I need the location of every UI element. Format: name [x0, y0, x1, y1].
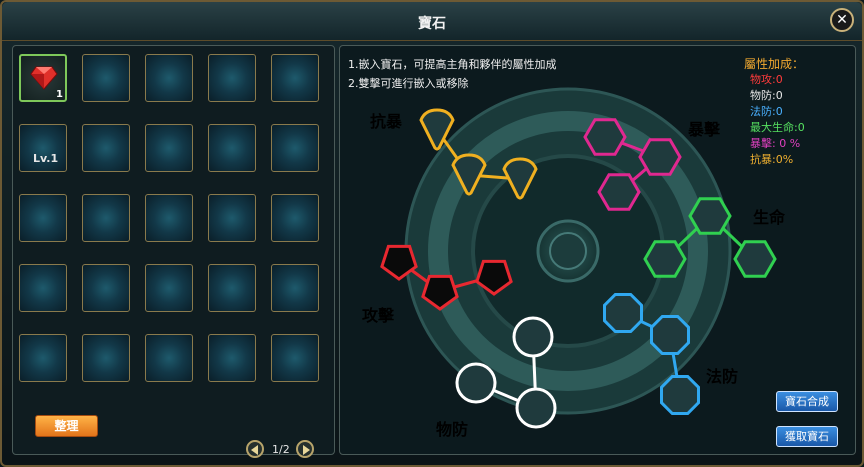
inventory-slot[interactable]	[271, 54, 319, 102]
label-resist-crit: 抗暴	[370, 112, 403, 131]
page-indicator: 1/2	[272, 443, 290, 456]
inventory-slot[interactable]	[208, 124, 256, 172]
ruby-gem-icon	[30, 66, 58, 90]
gem-window: 寶石 ✕ 1 Lv.1 1/2 整理 1.嵌入寶石，可提高主角和夥伴的屬性加成 …	[0, 0, 864, 467]
inventory-slot[interactable]	[208, 194, 256, 242]
stat-line: 最大生命:0	[750, 121, 805, 134]
prev-page-button[interactable]	[246, 440, 264, 458]
inventory-slot[interactable]	[145, 54, 193, 102]
stat-line: 暴擊: 0 %	[750, 137, 801, 150]
label-life: 生命	[753, 208, 786, 227]
synthesize-gem-button[interactable]: 寶石合成	[776, 391, 838, 412]
stat-line: 法防:0	[750, 105, 783, 118]
inventory-slot[interactable]	[19, 264, 67, 312]
stat-line: 物防:0	[750, 89, 783, 102]
crit-socket[interactable]	[597, 173, 641, 211]
inventory-slot[interactable]	[208, 334, 256, 382]
inventory-slot[interactable]	[271, 124, 319, 172]
label-magic-def: 法防	[706, 367, 739, 386]
inventory-slot[interactable]	[82, 264, 130, 312]
title-bar: 寶石 ✕	[2, 2, 862, 41]
window-title: 寶石	[418, 16, 446, 32]
phys-def-socket[interactable]	[455, 362, 497, 404]
next-page-button[interactable]	[296, 440, 314, 458]
label-attack: 攻擊	[362, 306, 395, 325]
life-socket[interactable]	[733, 240, 777, 278]
inventory-slot[interactable]	[145, 264, 193, 312]
inventory-slot[interactable]	[208, 264, 256, 312]
inventory-slot[interactable]	[82, 194, 130, 242]
crit-socket[interactable]	[638, 138, 682, 176]
magic-def-socket[interactable]	[660, 375, 700, 415]
gem-socket-panel: 1.嵌入寶石，可提高主角和夥伴的屬性加成 2.雙擊可進行嵌入或移除 抗暴 暴擊 …	[339, 45, 856, 455]
stat-line: 物攻:0	[750, 73, 783, 86]
inventory-slot[interactable]	[19, 334, 67, 382]
life-socket[interactable]	[688, 197, 732, 235]
life-socket[interactable]	[643, 240, 687, 278]
stat-bonus-panel: 屬性加成： 物攻:0 物防:0 法防:0 最大生命:0 暴擊: 0 % 抗暴:0%	[744, 56, 805, 168]
sort-button[interactable]: 整理	[35, 415, 98, 437]
inventory-slot[interactable]	[145, 334, 193, 382]
inventory-slot[interactable]	[271, 264, 319, 312]
phys-def-socket[interactable]	[512, 316, 554, 358]
phys-def-socket[interactable]	[515, 387, 557, 429]
item-count: 1	[56, 89, 63, 100]
label-crit: 暴擊	[688, 120, 721, 139]
inventory-slot[interactable]	[271, 334, 319, 382]
crit-socket[interactable]	[583, 118, 627, 156]
inventory-slot[interactable]	[82, 334, 130, 382]
label-phys-def: 物防	[436, 420, 469, 439]
inventory-slot[interactable]	[145, 124, 193, 172]
inventory-slot[interactable]	[271, 194, 319, 242]
magic-def-socket[interactable]	[650, 315, 690, 355]
close-button[interactable]: ✕	[830, 8, 854, 32]
inventory-panel: 1 Lv.1 1/2 整理	[12, 45, 335, 458]
item-level: Lv.1	[33, 152, 59, 165]
inventory-slot[interactable]	[82, 54, 130, 102]
stat-header: 屬性加成：	[744, 57, 805, 71]
inventory-slot-gem[interactable]: 1	[19, 54, 67, 102]
inventory-slot[interactable]	[145, 194, 193, 242]
inventory-slot[interactable]	[82, 124, 130, 172]
get-gem-button[interactable]: 獲取寶石	[776, 426, 838, 447]
stat-line: 抗暴:0%	[750, 153, 794, 166]
inventory-slot[interactable]	[208, 54, 256, 102]
magic-def-socket[interactable]	[603, 293, 643, 333]
inventory-slot[interactable]	[19, 194, 67, 242]
